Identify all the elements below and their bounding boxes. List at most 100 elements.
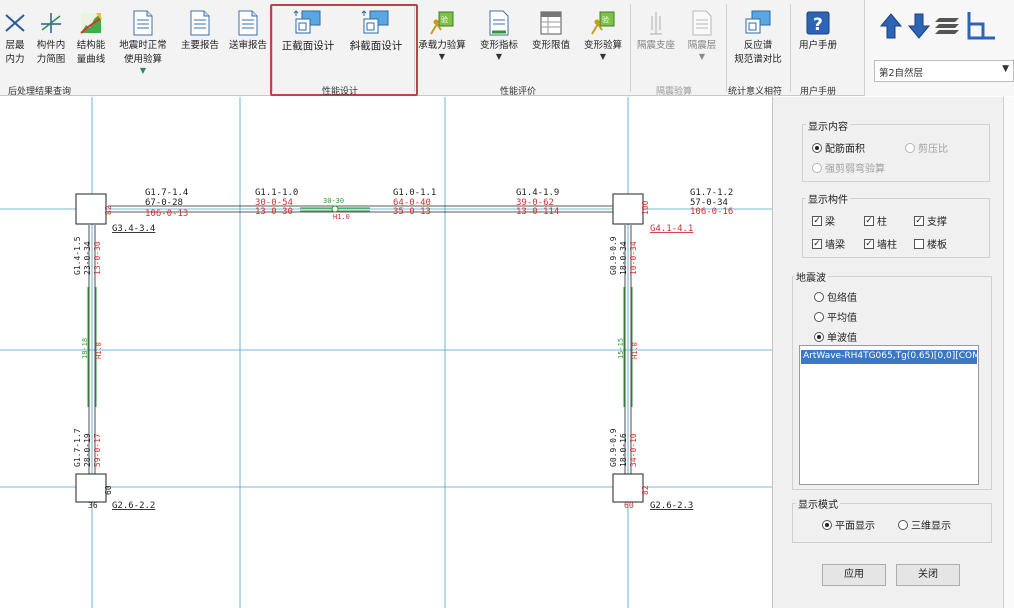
tool-response-spectrum[interactable]: 反应谱 规范谱对比 [730,2,786,84]
wave-list[interactable]: ArtWave-RH4TG065,Tg(0.65)[0,0][COMB [799,345,979,485]
group-title: 地震波 [794,269,828,284]
beam-label: G1.7-1.4 [145,188,188,198]
tool-force[interactable]: 层最 内力 [0,2,30,84]
tool-isolation-layer[interactable]: 隔震层 ▼ [682,2,722,84]
tool-struct-perf[interactable]: 结构能 量曲线 [72,2,110,84]
beam-label: 13-0-30 [255,207,293,217]
tool-label: 隔震支座 [636,40,675,51]
group-label-manual: 用户手册 [800,87,837,97]
checkbox-brace[interactable]: ✓ 支撑 [914,213,947,228]
group-title: 显示模式 [796,496,840,511]
tool-label: 内力 [5,54,25,65]
dropdown-caret-icon[interactable]: ▼ [439,52,445,61]
column-label: 36 [88,501,98,510]
column-label: 60 [624,501,634,510]
svg-text:验: 验 [441,15,448,24]
radio-plan-view[interactable]: 平面显示 [822,517,875,532]
tool-review-report[interactable]: 送审报告 [226,2,270,84]
tool-label: 变形指标 [479,40,518,51]
tool-seismic-normal[interactable]: 地震时正常 使用验算 ▼ [116,2,170,84]
column-label: G4.1-4.1 [650,224,693,234]
dropdown-caret-icon[interactable]: ▼ [699,52,705,61]
checkbox-beam[interactable]: ✓ 梁 [812,213,835,228]
radio-rebar-area[interactable]: 配筋面积 [812,140,865,155]
document-icon [185,8,215,38]
arrow-down-icon[interactable] [907,13,931,39]
radio-3d-view[interactable]: 三维显示 [898,517,951,532]
tool-bearing-check[interactable]: 验 承载力验算 ▼ [414,2,470,84]
tool-deform-check[interactable]: 验 变形验算 ▼ [578,2,628,84]
group-title: 显示构件 [806,191,850,206]
checkbox-wall-beam[interactable]: ✓ 墙梁 [812,236,845,251]
beam-label: G1.4-1.9 [516,188,559,198]
tool-member-internal[interactable]: 构件内 力简图 [32,2,70,84]
group-label-performance-design: 性能设计 [322,87,359,97]
wall-label: 18-18 [81,338,89,359]
column-label: 82 [641,485,650,495]
dropdown-caret-icon[interactable]: ▼ [496,52,502,61]
dropdown-caret-icon[interactable]: ▼ [140,66,146,75]
tool-user-manual[interactable]: ? 用户手册 [792,2,844,84]
tool-label: 承载力验算 [418,40,466,51]
layers-icon[interactable] [935,18,959,34]
beam-label: G1.0-1.1 [393,188,436,198]
arrow-up-icon[interactable] [879,13,903,39]
group-label-statistics: 统计意义相符 [728,87,783,97]
column-label: 100 [641,200,650,215]
ribbon-toolbar: 层最 内力 构件内 力简图 结构能 量曲线 地震时正常 使用验算 ▼ 主要报告 [0,0,1014,97]
group-label-postprocess: 后处理结果查询 [8,87,72,97]
radio-envelope[interactable]: 包络值 [814,289,857,304]
beam-label: 106-0-13 [145,209,188,219]
tool-deform-limit[interactable]: 变形限值 [526,2,576,84]
check-icon: 验 [427,8,457,38]
beam-label: 13-0-114 [516,207,559,217]
wave-list-item[interactable]: ArtWave-RH4TG065,Tg(0.65)[0,0][COMB [801,350,977,364]
floor-selector[interactable]: 第2自然层 ▼ [874,60,1014,82]
tool-label: 量曲线 [76,54,106,65]
wall-label: H1.0 [95,342,103,359]
tool-label: 力简图 [36,54,66,65]
checkbox-slab[interactable]: 楼板 [914,236,947,251]
beam-label: 67-0-28 [145,198,183,208]
help-icon: ? [803,8,833,38]
member-force-icon [36,8,66,38]
close-button[interactable]: 关闭 [896,564,960,586]
panel-scrollbar[interactable] [1003,97,1014,608]
radio-strong-shear[interactable]: 强剪弱弯验算 [812,160,885,175]
floor-plan-icon[interactable] [967,12,995,40]
column-label: G3.4-3.4 [112,224,155,234]
checkbox-column[interactable]: ✓ 柱 [864,213,887,228]
beam-label: 34-0-10 [629,433,638,467]
tool-deform-index[interactable]: 变形指标 ▼ [474,2,524,84]
column-label: 60 [104,485,113,495]
tool-label: 用户手册 [798,40,837,51]
beam-label: 106-0-16 [690,207,733,217]
beam-label: 59-0-17 [93,433,102,467]
energy-curve-icon [76,8,106,38]
checkbox-wall-column[interactable]: ✓ 墙柱 [864,236,897,251]
tool-main-report[interactable]: 主要报告 [178,2,222,84]
tool-label: 地震时正常 [119,40,167,51]
tool-label: 层最 [5,40,25,51]
svg-text:验: 验 [602,15,609,24]
apply-button[interactable]: 应用 [822,564,886,586]
highlight-frame [270,4,418,96]
tool-isolation-support[interactable]: 隔震支座 [634,2,678,84]
tool-label: 使用验算 [123,54,162,65]
beam-label: G1.1-1.0 [255,188,298,198]
beam-label: 23-0-34 [83,241,92,275]
beam-label: G0.9-0.9 [609,236,618,275]
dropdown-caret-icon[interactable]: ▼ [600,52,606,61]
radio-shear-ratio[interactable]: 剪压比 [905,140,948,155]
tool-label: 规范谱对比 [734,54,782,65]
radio-single-wave[interactable]: 单波值 [814,329,857,344]
group-title: 显示内容 [806,118,850,133]
drawing-canvas[interactable]: G1.7-1.4 67-0-28 106-0-13 G1.1-1.0 30-0-… [0,97,772,608]
column-box [612,473,644,503]
column-label: G2.6-2.2 [112,501,155,511]
beam-label: 28-0-19 [83,433,92,467]
beam-label: G1.7-1.2 [690,188,733,198]
column-box [612,193,644,225]
document-icon [233,8,263,38]
radio-average[interactable]: 平均值 [814,309,857,324]
